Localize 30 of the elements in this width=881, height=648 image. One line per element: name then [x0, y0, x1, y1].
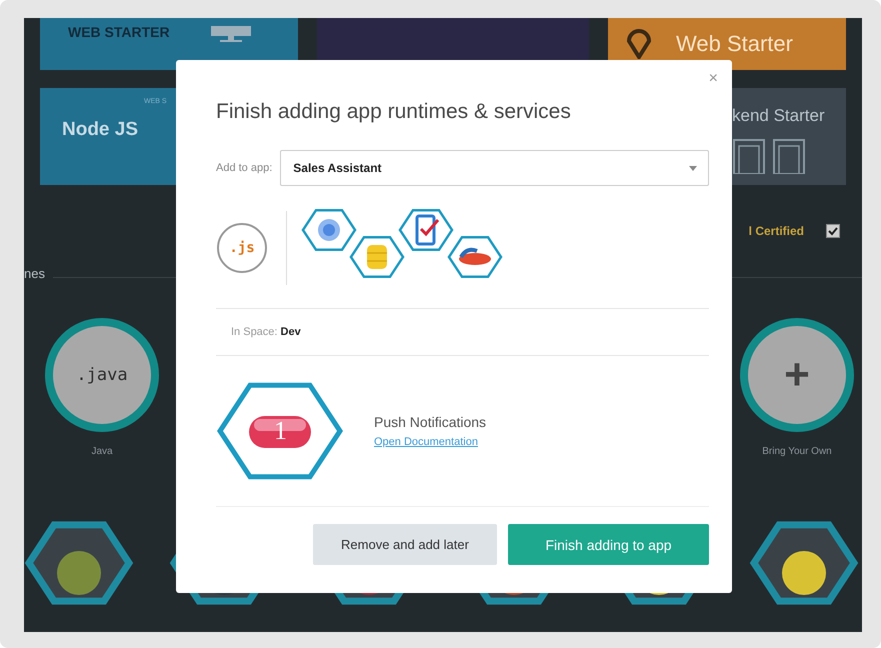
phone-checkmark-icon [398, 208, 454, 252]
field-label: Add to app: [216, 162, 272, 174]
runtime-label: Bring Your Own [762, 446, 832, 457]
tile-title: kend Starter [732, 106, 825, 126]
space-info: In Space: Dev [231, 326, 301, 338]
tile-title: WEB STARTER [68, 24, 170, 40]
caret-icon [689, 166, 697, 170]
runtime-button[interactable]: + [740, 318, 854, 432]
globe-icon [302, 208, 356, 252]
checkmark-icon [828, 226, 838, 236]
database-icon [350, 236, 404, 278]
finish-button[interactable]: Finish adding to app [508, 524, 709, 565]
badge-count: 1 [274, 416, 287, 446]
app-tile[interactable]: WEB STARTER [40, 18, 298, 70]
tile-title: Node JS [62, 119, 138, 141]
app-select[interactable]: Sales Assistant [280, 150, 709, 186]
close-button[interactable]: × [708, 70, 718, 88]
location-pin-icon [624, 29, 654, 59]
plus-sign: + [784, 350, 810, 400]
tile-title: Web Starter [676, 31, 793, 57]
app-tile[interactable]: Web Starter [608, 18, 846, 70]
remove-button[interactable]: Remove and add later [313, 524, 497, 565]
runtime-icon-text: .js [229, 240, 255, 256]
documentation-link[interactable]: Open Documentation [374, 436, 486, 448]
runtime-label: Java [91, 446, 113, 457]
filter-label: l Certified [748, 224, 804, 238]
runtime-button[interactable]: .java [45, 318, 159, 432]
runtime-icon-text: .java [76, 365, 128, 385]
checkbox[interactable] [826, 224, 840, 238]
service-name: Push Notifications [374, 414, 486, 430]
